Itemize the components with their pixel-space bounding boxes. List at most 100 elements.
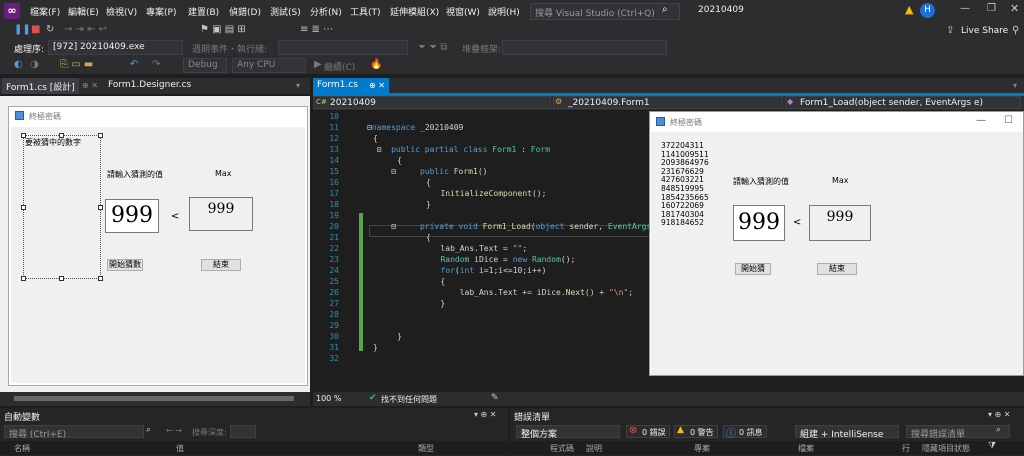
feedback-icon[interactable]: ⚲ — [1012, 25, 1019, 36]
continue-button[interactable]: 繼續(C) — [324, 60, 355, 73]
column-value[interactable]: 值 — [176, 443, 184, 454]
tab-form1-designer-cs[interactable]: Form1.Designer.cs — [104, 78, 195, 94]
error-list-panel: 錯誤清單 ▾ ⊕ ✕ 整個方案 0 錯誤 ⊗ 0 警告 ▲ 0 訊息 ⓘ 組建 … — [510, 408, 1024, 456]
autos-search-input[interactable]: 搜尋 (Ctrl+E) — [4, 425, 144, 440]
stackframe-combo[interactable] — [502, 40, 667, 55]
code-line-17: InitializeComponent(); — [440, 189, 547, 198]
running-end-button[interactable]: 結束 — [817, 263, 857, 275]
column-type[interactable]: 類型 — [418, 443, 434, 454]
menu-build[interactable]: 建置(B) — [188, 5, 219, 18]
menu-analyze[interactable]: 分析(N) — [310, 5, 342, 18]
code-tab-dropdown-icon[interactable]: ▾ — [1013, 81, 1017, 90]
running-minimize-icon[interactable]: — — [976, 115, 986, 126]
column-file[interactable]: 檔案 — [798, 443, 814, 454]
step-into-icon[interactable]: → ⇥ ⇤ ↩ — [64, 24, 107, 35]
start-guess-button[interactable]: 開始猜數 — [107, 259, 143, 271]
guess-input[interactable]: 999 — [105, 199, 159, 233]
user-avatar[interactable]: H — [920, 3, 935, 18]
live-share-button[interactable]: Live Share — [961, 26, 1008, 36]
menu-help[interactable]: 說明(H) — [488, 5, 520, 18]
resize-handle-l[interactable] — [21, 205, 26, 210]
hot-reload-icon[interactable]: 🔥 — [370, 59, 382, 70]
filter-icons[interactable]: ⏷ ⏷ ⧉ — [418, 42, 448, 53]
pause-icon[interactable]: ❚❚ — [14, 24, 31, 35]
menu-file[interactable]: 檔案(F) — [30, 5, 60, 18]
menu-tools[interactable]: 工具(T) — [350, 5, 381, 18]
search-icon[interactable]: ⌕ — [662, 4, 668, 15]
toolbar-icons-group[interactable]: ⚑ ▣ ▤ ⊞ — [200, 24, 246, 35]
undo-icon[interactable]: ↶ — [130, 59, 138, 70]
end-button[interactable]: 結束 — [201, 259, 241, 271]
redo-icon[interactable]: ↷ — [152, 59, 160, 70]
menu-view[interactable]: 檢視(V) — [106, 5, 137, 18]
start-icon[interactable]: ▶ — [314, 59, 322, 70]
error-search-icon[interactable]: ⌕ — [996, 425, 1001, 435]
close-icon[interactable]: ✕ — [1010, 2, 1019, 15]
resize-handle-bl[interactable] — [21, 276, 26, 281]
tab-dropdown-icon[interactable]: ▾ — [296, 81, 300, 90]
menu-project[interactable]: 專案(P) — [146, 5, 176, 18]
compare-sign: < — [171, 211, 180, 222]
restart-icon[interactable]: ↻ — [46, 24, 54, 35]
brush-icon[interactable]: ✎ — [491, 393, 499, 403]
line-number: 16 — [329, 178, 339, 187]
process-combo[interactable]: [972] 20210409.exe — [48, 40, 183, 55]
design-form-window[interactable]: 終極密碼 要被猜中的數字 請輸入猜測的值 Max 999 < 999 開始猜數 … — [8, 106, 308, 386]
search-input[interactable]: 搜尋 Visual Studio (Ctrl+Q) — [530, 3, 680, 20]
zoom-level[interactable]: 100 % — [316, 394, 341, 403]
column-code[interactable]: 程式碼 — [550, 443, 574, 454]
navigate-back-icon[interactable]: ◐ — [14, 59, 23, 70]
target-label-selection[interactable] — [23, 135, 101, 279]
filter-icon[interactable]: ⧩ — [988, 441, 996, 451]
column-suppression-state[interactable]: 隱藏項目狀態 — [922, 443, 970, 454]
scope-combo[interactable]: 整個方案 — [516, 425, 620, 440]
thread-combo[interactable] — [278, 40, 408, 55]
running-guess-input[interactable]: 999 — [733, 205, 785, 241]
autos-depth-combo[interactable] — [230, 425, 256, 438]
menu-edit[interactable]: 編輯(E) — [68, 5, 99, 18]
menu-test[interactable]: 測試(S) — [270, 5, 301, 18]
platform-combo[interactable]: Any CPU — [232, 58, 306, 73]
resize-handle-b[interactable] — [59, 276, 64, 281]
resize-handle-tr[interactable] — [98, 133, 103, 138]
warning-icon[interactable]: ▲ — [905, 3, 913, 16]
project-combo[interactable]: 20210409 — [313, 96, 551, 109]
issues-status[interactable]: 找不到任何問題 — [381, 394, 437, 405]
column-description[interactable]: 說明 — [586, 443, 602, 454]
column-project[interactable]: 專案 — [694, 443, 710, 454]
running-form-window[interactable]: 終極密碼 — ☐ 372204311 1141009511 2093864976… — [649, 111, 1024, 376]
navigate-forward-icon[interactable]: ◑ — [30, 59, 39, 70]
autos-nav-icons[interactable]: ← → — [166, 426, 182, 435]
menu-window[interactable]: 視窗(W) — [446, 5, 480, 18]
config-combo[interactable]: Debug — [183, 58, 227, 73]
file-icons[interactable]: ⎘ ▭ ▬ — [60, 59, 93, 70]
minimize-icon[interactable]: — — [960, 3, 970, 14]
tab-close-icon[interactable]: ⊕ ✕ — [369, 81, 385, 90]
build-filter-combo[interactable]: 組建 + IntelliSense — [795, 425, 899, 440]
running-start-button[interactable]: 開始猜 — [735, 263, 771, 275]
tab-pin-icon[interactable]: ⊕ ✕ — [82, 81, 98, 90]
member-combo[interactable]: Form1_Load(object sender, EventArgs e) — [785, 96, 1021, 109]
class-combo[interactable]: _20210409.Form1 — [553, 96, 783, 109]
designer-scrollbar[interactable] — [0, 392, 310, 406]
autos-panel-controls-icon[interactable]: ▾ ⊕ ✕ — [474, 410, 497, 419]
menu-debug[interactable]: 偵錯(D) — [229, 5, 261, 18]
restore-icon[interactable]: ❐ — [987, 3, 996, 14]
column-line[interactable]: 行 — [902, 443, 910, 454]
error-search-input[interactable]: 搜尋錯誤清單 — [906, 425, 1010, 440]
stop-icon[interactable]: ■ — [31, 24, 40, 35]
live-share-icon[interactable]: ⇪ — [946, 25, 954, 36]
error-panel-controls-icon[interactable]: ▾ ⊕ ✕ — [988, 410, 1011, 419]
tab-form1-design[interactable]: Form1.cs [設計] — [2, 78, 79, 94]
menu-extensions[interactable]: 延伸模組(X) — [390, 5, 439, 18]
resize-handle-br[interactable] — [98, 276, 103, 281]
running-maximize-icon[interactable]: ☐ — [1004, 115, 1013, 126]
column-name[interactable]: 名稱 — [14, 443, 30, 454]
autos-search-icon[interactable]: ⌕ — [146, 425, 151, 435]
resize-handle-r[interactable] — [98, 205, 103, 210]
designer-surface: 終極密碼 要被猜中的數字 請輸入猜測的值 Max 999 < 999 開始猜數 … — [0, 96, 310, 392]
line-number: 28 — [329, 310, 339, 319]
designer-scroll-thumb[interactable] — [14, 396, 294, 401]
line-number: 15 — [329, 167, 339, 176]
comment-icons[interactable]: ≡ ≣ ⋯ — [300, 24, 333, 35]
